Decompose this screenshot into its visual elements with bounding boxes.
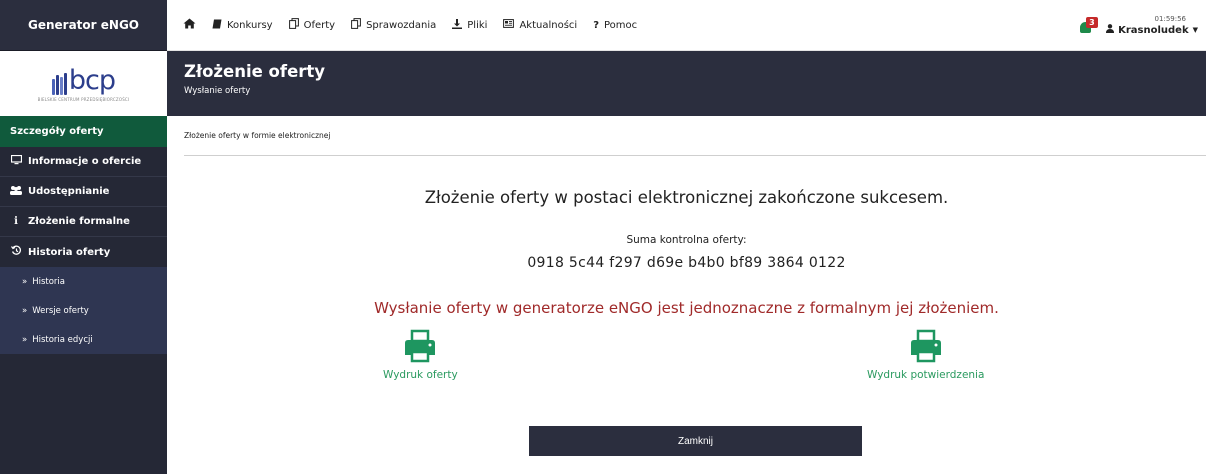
home-icon[interactable] — [183, 18, 196, 32]
book-icon — [212, 19, 222, 32]
sidebar-subitem-label: Historia — [32, 276, 65, 287]
breadcrumb-label: Złożenie oferty w formie elektronicznej — [184, 131, 331, 140]
breadcrumb: Złożenie oferty w formie elektronicznej — [184, 116, 1206, 156]
sidebar-item-label: Złożenie formalne — [28, 216, 130, 227]
nav-offers[interactable]: Oferty — [288, 18, 336, 32]
notifications-badge: 3 — [1086, 16, 1098, 28]
nav-label: Konkursy — [227, 19, 273, 31]
print-offer-link[interactable]: Wydruk oferty — [383, 329, 458, 381]
copy-icon — [288, 18, 299, 32]
print-confirmation-link[interactable]: Wydruk potwierdzenia — [867, 329, 984, 381]
copy-icon — [351, 18, 361, 32]
user-name: Krasnoludek — [1118, 24, 1189, 36]
sidebar-subitem-history[interactable]: » Historia — [0, 267, 167, 296]
page-title: Złożenie oferty — [184, 62, 326, 81]
sidebar-section-offer-details[interactable]: Szczegóły oferty — [0, 116, 167, 147]
main-content: Złożenie oferty w formie elektronicznej … — [167, 116, 1206, 474]
close-button[interactable]: Zamknij — [529, 426, 862, 456]
nav-label: Aktualności — [519, 19, 578, 31]
download-icon — [452, 18, 463, 32]
users-icon — [10, 185, 22, 198]
sidebar-item-sharing[interactable]: Udostępnianie — [0, 177, 167, 207]
printer-icon — [910, 329, 941, 363]
newspaper-icon — [503, 19, 515, 31]
checksum-value: 0918 5c44 f297 d69e b4b0 bf89 3864 0122 — [527, 255, 846, 271]
sidebar-subitem-edit-history[interactable]: » Historia edycji — [0, 325, 167, 354]
info-icon: i — [14, 216, 18, 227]
nav-competitions[interactable]: Konkursy — [212, 19, 273, 32]
logo-text: bcp — [68, 65, 116, 96]
monitor-icon — [10, 154, 22, 168]
chevron-right-icon: » — [22, 334, 28, 345]
session-time: 01:59:56 — [1154, 15, 1186, 23]
nav-files[interactable]: Pliki — [452, 18, 488, 32]
formal-submission-warning: Wysłanie oferty w generatorze eNGO jest … — [374, 299, 999, 317]
nav-news[interactable]: Aktualności — [503, 19, 577, 31]
organization-logo: bcp BIELSKIE CENTRUM PRZEDSIĘBIORCZOŚCI — [0, 51, 167, 116]
question-icon: ? — [593, 19, 599, 31]
user-icon — [1106, 24, 1115, 36]
printer-icon — [405, 329, 436, 363]
sidebar-item-label: Informacje o ofercie — [28, 156, 142, 167]
sidebar-item-label: Historia oferty — [28, 246, 111, 258]
nav-help[interactable]: ? Pomoc — [593, 20, 637, 31]
nav-reports[interactable]: Sprawozdania — [351, 18, 436, 32]
user-menu[interactable]: 01:59:56 Krasnoludek ▼ — [1106, 15, 1198, 36]
checksum-label: Suma kontrolna oferty: — [626, 234, 747, 246]
print-confirmation-label: Wydruk potwierdzenia — [867, 369, 985, 381]
sidebar: Generator eNGO bcp BIELSKIE CENTRUM PRZE… — [0, 0, 167, 474]
nav-label: Oferty — [303, 19, 336, 31]
notifications-bell-icon[interactable]: 3 — [1078, 16, 1098, 35]
app-brand[interactable]: Generator eNGO — [0, 0, 167, 51]
print-offer-label: Wydruk oferty — [383, 369, 458, 381]
nav-label: Pliki — [467, 19, 488, 31]
sidebar-item-formal-submission[interactable]: i Złożenie formalne — [0, 207, 167, 237]
top-navigation: Konkursy Oferty Sprawozdania Pliki Aktua… — [167, 0, 1206, 51]
sidebar-subitem-label: Historia edycji — [32, 334, 93, 345]
chevron-right-icon: » — [22, 305, 28, 316]
nav-label: Pomoc — [604, 19, 638, 31]
page-header: Złożenie oferty Wysłanie oferty — [167, 51, 1206, 116]
history-icon — [10, 245, 22, 259]
logo-subtitle: BIELSKIE CENTRUM PRZEDSIĘBIORCZOŚCI — [37, 97, 130, 102]
success-message: Złożenie oferty w postaci elektronicznej… — [424, 188, 949, 207]
sidebar-item-offer-info[interactable]: Informacje o ofercie — [0, 147, 167, 177]
sidebar-subitem-label: Wersje oferty — [32, 305, 89, 316]
page-subtitle: Wysłanie oferty — [184, 86, 251, 96]
sidebar-subitem-offer-versions[interactable]: » Wersje oferty — [0, 296, 167, 325]
sidebar-item-label: Udostępnianie — [28, 186, 110, 197]
nav-label: Sprawozdania — [366, 19, 437, 31]
sidebar-item-offer-history[interactable]: Historia oferty — [0, 237, 167, 267]
logo-figures-icon — [51, 73, 67, 95]
chevron-right-icon: » — [22, 276, 28, 287]
caret-down-icon: ▼ — [1192, 26, 1198, 34]
